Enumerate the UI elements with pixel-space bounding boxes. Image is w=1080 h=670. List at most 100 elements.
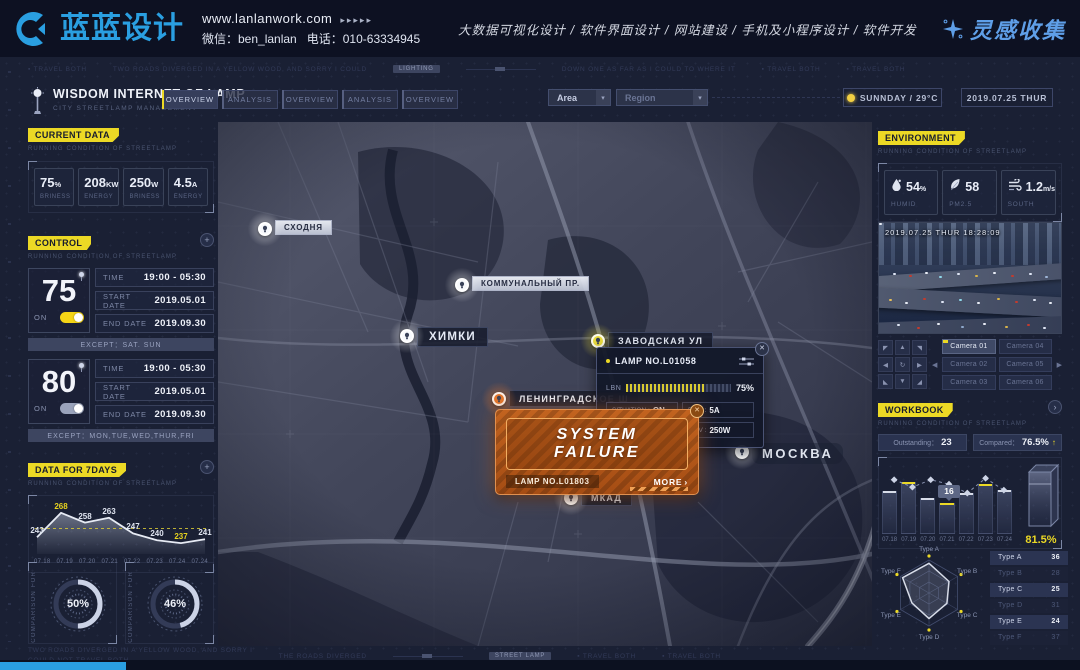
lamp-marker-white[interactable] [258, 222, 272, 236]
logo[interactable]: 蓝蓝设计 [12, 9, 184, 49]
decor-text: ▪ TRAVEL BOTH [662, 653, 721, 660]
camera-button-6[interactable]: Camera 06 [999, 375, 1052, 390]
tab-overview-3[interactable]: OVERVIEW [282, 90, 338, 109]
lamp-marker-white[interactable] [400, 329, 414, 343]
comparison-gauge-2[interactable]: COMPARISON FOR46% [125, 562, 214, 644]
type-row-e[interactable]: Type E24 [990, 615, 1068, 629]
map-label-москва[interactable]: МОСКВА [752, 443, 843, 464]
type-list: Type A36 Type B28 Type C25 Type D31 Type E24… [990, 551, 1068, 645]
workbook-x-labels: 07.1807.1907.2007.2107.2207.2307.24 [882, 537, 1012, 543]
refresh-icon[interactable]: ↻ [895, 357, 910, 372]
decor-text: ▪ TRAVEL BOTH [577, 653, 636, 660]
more-button[interactable]: MORE› [654, 477, 688, 487]
workbook-bar[interactable] [901, 482, 916, 534]
close-icon[interactable]: ✕ [690, 404, 704, 418]
lamp-icon [79, 363, 84, 368]
workbook-bar[interactable] [959, 493, 974, 534]
pan-left-icon[interactable]: ◀ [878, 357, 893, 372]
camera-feed[interactable]: 2019.07.25 THUR 18:28:09 [878, 222, 1062, 334]
pan-down-right-icon[interactable]: ◢ [912, 374, 927, 389]
schedule-row-end-date[interactable]: END DATE2019.09.30 [95, 314, 214, 333]
power-toggle[interactable] [60, 403, 84, 414]
map-label-химки[interactable]: ХИМКИ [417, 327, 488, 347]
panel-badge: CONTROL [28, 236, 91, 250]
sliders-icon[interactable] [739, 357, 754, 366]
workbook-bar[interactable] [978, 484, 993, 534]
camera-button-3[interactable]: Camera 03 [942, 375, 995, 390]
comparison-gauge-1[interactable]: COMPARISON FOR50% [28, 562, 117, 644]
pan-up-left-icon[interactable]: ◤ [878, 340, 893, 355]
workbook-prism: 81.5% [1021, 458, 1061, 548]
add-schedule-button[interactable]: + [200, 233, 214, 247]
panel-badge: WORKBOOK [878, 403, 953, 417]
type-row-d[interactable]: Type D31 [990, 599, 1068, 613]
chevron-down-icon[interactable]: ▾ [693, 90, 707, 105]
pan-up-right-icon[interactable]: ◥ [912, 340, 927, 355]
streetlamp-pin-icon [400, 329, 414, 343]
workbook-next-button[interactable]: › [1048, 400, 1062, 414]
brightness-level-box[interactable]: 80ON [28, 359, 90, 424]
schedule-row-time[interactable]: TIME19:00 - 05:30 [95, 359, 214, 378]
lamp-marker-white[interactable] [455, 278, 469, 292]
brightness-level-box[interactable]: 75ON [28, 268, 90, 333]
type-row-b[interactable]: Type B28 [990, 567, 1068, 581]
lbn-progress-bar[interactable] [626, 384, 731, 392]
decor-text: THE ROADS DIVERGED [279, 653, 367, 660]
brightness-level: 80 [34, 364, 84, 400]
workbook-bar[interactable] [997, 490, 1012, 534]
area-select[interactable]: Area ▾ [548, 89, 611, 106]
lamp-marker-orange[interactable] [492, 392, 506, 406]
lamp-marker-yellow[interactable] [591, 334, 605, 348]
panel-control: CONTROL RUNNING CONDITION OF STREETLAMP … [28, 233, 214, 442]
x-tick: 07.24 [997, 537, 1012, 543]
expand-chart-button[interactable]: + [200, 460, 214, 474]
decor-slider[interactable] [466, 69, 536, 70]
lanlan-logo-icon [12, 9, 52, 49]
close-icon[interactable]: ✕ [755, 342, 769, 356]
type-row-a[interactable]: Type A36 [990, 551, 1068, 565]
camera-button-1[interactable]: Camera 01 [942, 339, 995, 354]
decor-slider[interactable] [393, 656, 463, 657]
water-drop-icon [891, 178, 902, 196]
workbook-bar[interactable] [920, 498, 935, 534]
env-pm25: 58PM2.5 [942, 170, 996, 215]
data-point-label: 241 [198, 528, 211, 537]
env-humid: 54%HUMID [884, 170, 938, 215]
stat-briness: 75%BRINESS [34, 168, 74, 206]
city-map[interactable]: СХОДНЯКОММУНАЛЬНЫЙ ПР.ХИМКИЗАВОДСКАЯ УЛЛ… [218, 122, 872, 646]
chevron-down-icon[interactable]: ▾ [596, 90, 610, 105]
tab-overview-5[interactable]: OVERVIEW [402, 90, 458, 109]
pan-down-icon[interactable]: ▼ [895, 374, 910, 389]
chevron-right-icon[interactable]: ▶ [1057, 361, 1062, 369]
tab-analysis-2[interactable]: ANALYSIS [222, 90, 278, 109]
map-label-сходня[interactable]: СХОДНЯ [275, 220, 332, 235]
panel-7days: DATA FOR 7DAYS RUNNING CONDITION OF STRE… [28, 460, 214, 573]
tab-analysis-4[interactable]: ANALYSIS [342, 90, 398, 109]
stat-briness: 250WBRINESS [123, 168, 163, 206]
website-link[interactable]: www.lanlanwork.com [202, 11, 332, 26]
pan-up-icon[interactable]: ▲ [895, 340, 910, 355]
x-tick: 07.18 [882, 537, 897, 543]
tab-overview-1[interactable]: OVERVIEW [162, 90, 218, 109]
schedule-row-time[interactable]: TIME19:00 - 05:30 [95, 268, 214, 287]
schedule-row-start-date[interactable]: START DATE2019.05.01 [95, 382, 214, 401]
chevron-left-icon[interactable]: ◀ [932, 361, 937, 369]
type-row-c[interactable]: Type C25 [990, 583, 1068, 597]
region-select[interactable]: Region ▾ [616, 89, 708, 106]
collect-button[interactable]: 灵感收集 [942, 13, 1066, 45]
workbook-bar[interactable] [882, 491, 897, 534]
power-toggle[interactable] [60, 312, 84, 323]
schedule-row-end-date[interactable]: END DATE2019.09.30 [95, 405, 214, 424]
map-label-коммунальный-пр-[interactable]: КОММУНАЛЬНЫЙ ПР. [472, 276, 589, 291]
environment-stats: 54%HUMID58PM2.51.2m/sSOUTH [878, 163, 1062, 222]
panel-subtitle: RUNNING CONDITION OF STREETLAMP [28, 146, 177, 152]
camera-button-2[interactable]: Camera 02 [942, 357, 995, 372]
schedule-row-start-date[interactable]: START DATE2019.05.01 [95, 291, 214, 310]
left-rail-decoration [8, 71, 11, 642]
camera-button-5[interactable]: Camera 05 [999, 357, 1052, 372]
camera-button-4[interactable]: Camera 04 [999, 339, 1052, 354]
pan-down-left-icon[interactable]: ◣ [878, 374, 893, 389]
pan-right-icon[interactable]: ▶ [912, 357, 927, 372]
workbook-bar[interactable] [939, 503, 954, 534]
type-row-f[interactable]: Type F37 [990, 631, 1068, 645]
